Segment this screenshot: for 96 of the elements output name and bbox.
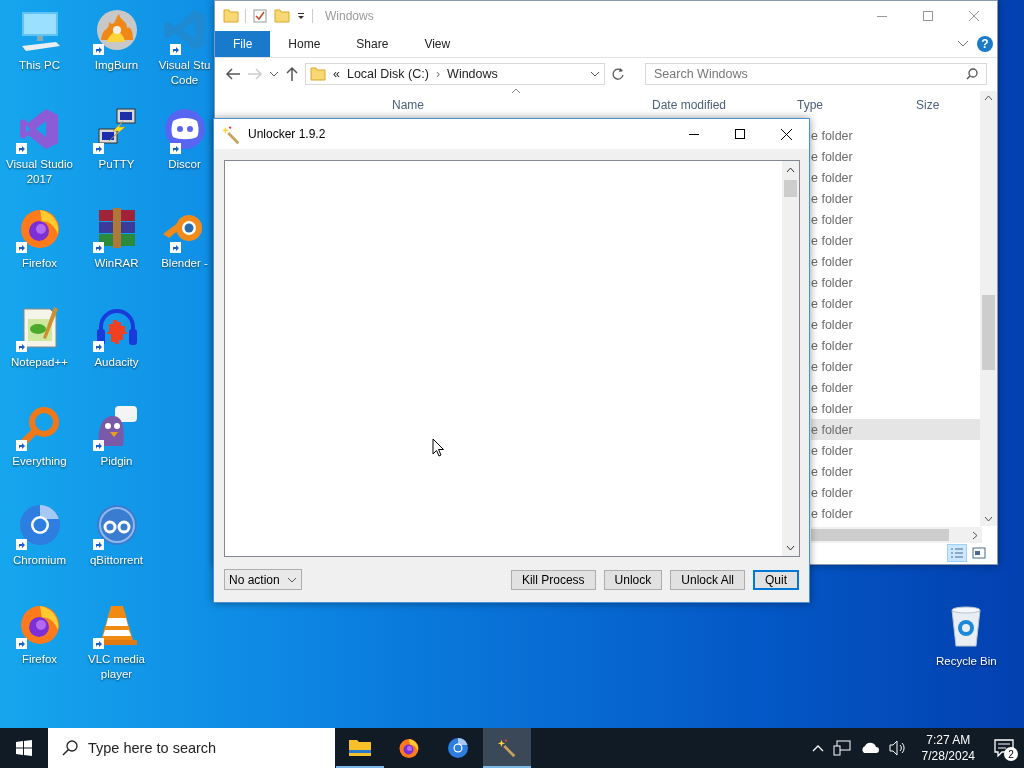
ribbon-tab[interactable]: View: [406, 31, 469, 57]
scroll-thumb[interactable]: [784, 180, 797, 197]
file-row[interactable]: e folder: [811, 188, 982, 209]
desktop-icon-label[interactable]: ImgBurn: [94, 58, 139, 73]
network-icon[interactable]: [832, 740, 851, 756]
back-arrow-icon[interactable]: [225, 67, 241, 81]
dialog-button[interactable]: Unlock: [603, 569, 663, 590]
column-header[interactable]: Date modified: [652, 98, 727, 112]
file-row[interactable]: e folder: [811, 377, 982, 398]
scroll-thumb[interactable]: [811, 529, 949, 541]
file-row[interactable]: e folder: [811, 230, 982, 251]
chat-bubble-icon[interactable]: [994, 739, 1014, 757]
scroll-up-icon[interactable]: [786, 167, 795, 173]
close-icon[interactable]: [780, 128, 792, 140]
up-arrow-icon[interactable]: [285, 66, 299, 82]
dialog-button[interactable]: Kill Process: [510, 569, 596, 590]
file-row[interactable]: e folder: [811, 461, 982, 482]
column-header[interactable]: Name: [392, 98, 424, 112]
browser-ring-icon: [446, 736, 470, 760]
address-bar[interactable]: « Local Disk (C:) › Windows: [305, 63, 605, 85]
desktop-icon-label[interactable]: Recycle Bin: [936, 654, 997, 669]
mouse-cursor-icon: [432, 438, 445, 458]
vertical-scrollbar[interactable]: [980, 91, 997, 526]
list-view-icon: [950, 547, 964, 559]
dialog-button[interactable]: Quit: [753, 569, 799, 590]
taskbar-search-field[interactable]: Type here to search: [48, 728, 335, 768]
file-row[interactable]: e folder: [811, 209, 982, 230]
help-button[interactable]: ?: [977, 36, 993, 52]
chevron-down-icon[interactable]: [269, 70, 279, 78]
windows-logo-icon[interactable]: [16, 740, 32, 756]
scroll-right-icon[interactable]: [972, 531, 978, 540]
clock[interactable]: 7:27 AM 7/28/2024: [915, 732, 981, 764]
speaker-icon[interactable]: [888, 740, 907, 756]
file-row[interactable]: e folder: [811, 272, 982, 293]
file-row[interactable]: e folder: [811, 167, 982, 188]
file-row[interactable]: e folder: [811, 125, 982, 146]
notification-count: 2: [1004, 747, 1018, 761]
vertical-scrollbar[interactable]: [782, 161, 799, 556]
thumbnail-view-icon[interactable]: [972, 547, 986, 559]
ribbon-tab[interactable]: Share: [338, 31, 407, 57]
sort-caret-icon: [511, 88, 521, 94]
refresh-icon[interactable]: [611, 67, 625, 81]
desktop-icon-label[interactable]: This PC: [19, 58, 60, 73]
desktop-icon-label[interactable]: Visual Stu Code: [158, 58, 211, 88]
scroll-down-icon[interactable]: [984, 516, 993, 522]
folder-icon: [310, 66, 326, 82]
file-row[interactable]: e folder: [811, 251, 982, 272]
search-field[interactable]: Search Windows: [645, 63, 987, 85]
dialog-button[interactable]: Unlock All: [670, 569, 745, 590]
ribbon-tab[interactable]: Home: [270, 31, 339, 57]
window-title: Unlocker 1.9.2: [248, 127, 326, 141]
desktop-icon-label[interactable]: WinRAR: [94, 256, 139, 271]
scroll-down-icon[interactable]: [786, 545, 795, 551]
desktop-icon-label[interactable]: VLC media player: [88, 652, 145, 682]
file-row[interactable]: e folder: [811, 314, 982, 335]
search-icon[interactable]: [966, 68, 978, 80]
desktop-icon-label[interactable]: Pidgin: [100, 454, 133, 469]
chevron-down-icon: [287, 576, 297, 583]
window-title: Windows: [325, 9, 374, 23]
breadcrumb-segment[interactable]: Windows: [447, 67, 498, 81]
file-row[interactable]: e folder: [811, 482, 982, 503]
file-row[interactable]: e folder: [811, 356, 982, 377]
search-icon: [62, 740, 78, 756]
breadcrumb-segment[interactable]: Local Disk (C:): [346, 67, 429, 81]
file-row[interactable]: e folder: [811, 146, 982, 167]
desktop-icon-label[interactable]: Visual Studio 2017: [6, 157, 73, 187]
scroll-thumb[interactable]: [982, 295, 995, 370]
desktop-icon-label[interactable]: Blender -: [161, 256, 208, 271]
taskbar-app-button[interactable]: [483, 728, 531, 768]
caret-icon[interactable]: [296, 11, 306, 21]
folder-icon: [348, 737, 372, 757]
cloud-icon[interactable]: [859, 742, 880, 754]
scroll-up-icon[interactable]: [984, 95, 993, 101]
properties-check-icon[interactable]: [252, 8, 268, 24]
column-header[interactable]: Size: [916, 98, 940, 112]
desktop-icon-label[interactable]: Audacity: [94, 355, 139, 370]
file-row[interactable]: e folder: [811, 440, 982, 461]
file-row[interactable]: e folder: [811, 419, 982, 440]
fox-globe-icon: [397, 736, 421, 760]
action-dropdown[interactable]: No action: [224, 569, 302, 590]
breadcrumb-overflow[interactable]: «: [333, 67, 340, 81]
desktop-icon-label[interactable]: qBittorrent: [89, 553, 144, 568]
file-row[interactable]: e folder: [811, 398, 982, 419]
file-row[interactable]: e folder: [811, 503, 982, 524]
chevron-up-icon[interactable]: [811, 744, 824, 752]
horizontal-scrollbar[interactable]: [811, 527, 982, 543]
chevron-down-icon[interactable]: [590, 70, 600, 78]
desktop-icon-label[interactable]: PuTTY: [98, 157, 135, 172]
ribbon-tab[interactable]: File: [215, 31, 271, 57]
desktop-icon-label[interactable]: Discor: [168, 157, 201, 172]
file-row[interactable]: e folder: [811, 293, 982, 314]
maximize-icon[interactable]: [735, 129, 745, 139]
column-header[interactable]: Type: [797, 98, 823, 112]
file-row[interactable]: e folder: [811, 335, 982, 356]
breadcrumb-separator[interactable]: ›: [435, 67, 441, 81]
chevron-down-icon[interactable]: [957, 40, 969, 48]
